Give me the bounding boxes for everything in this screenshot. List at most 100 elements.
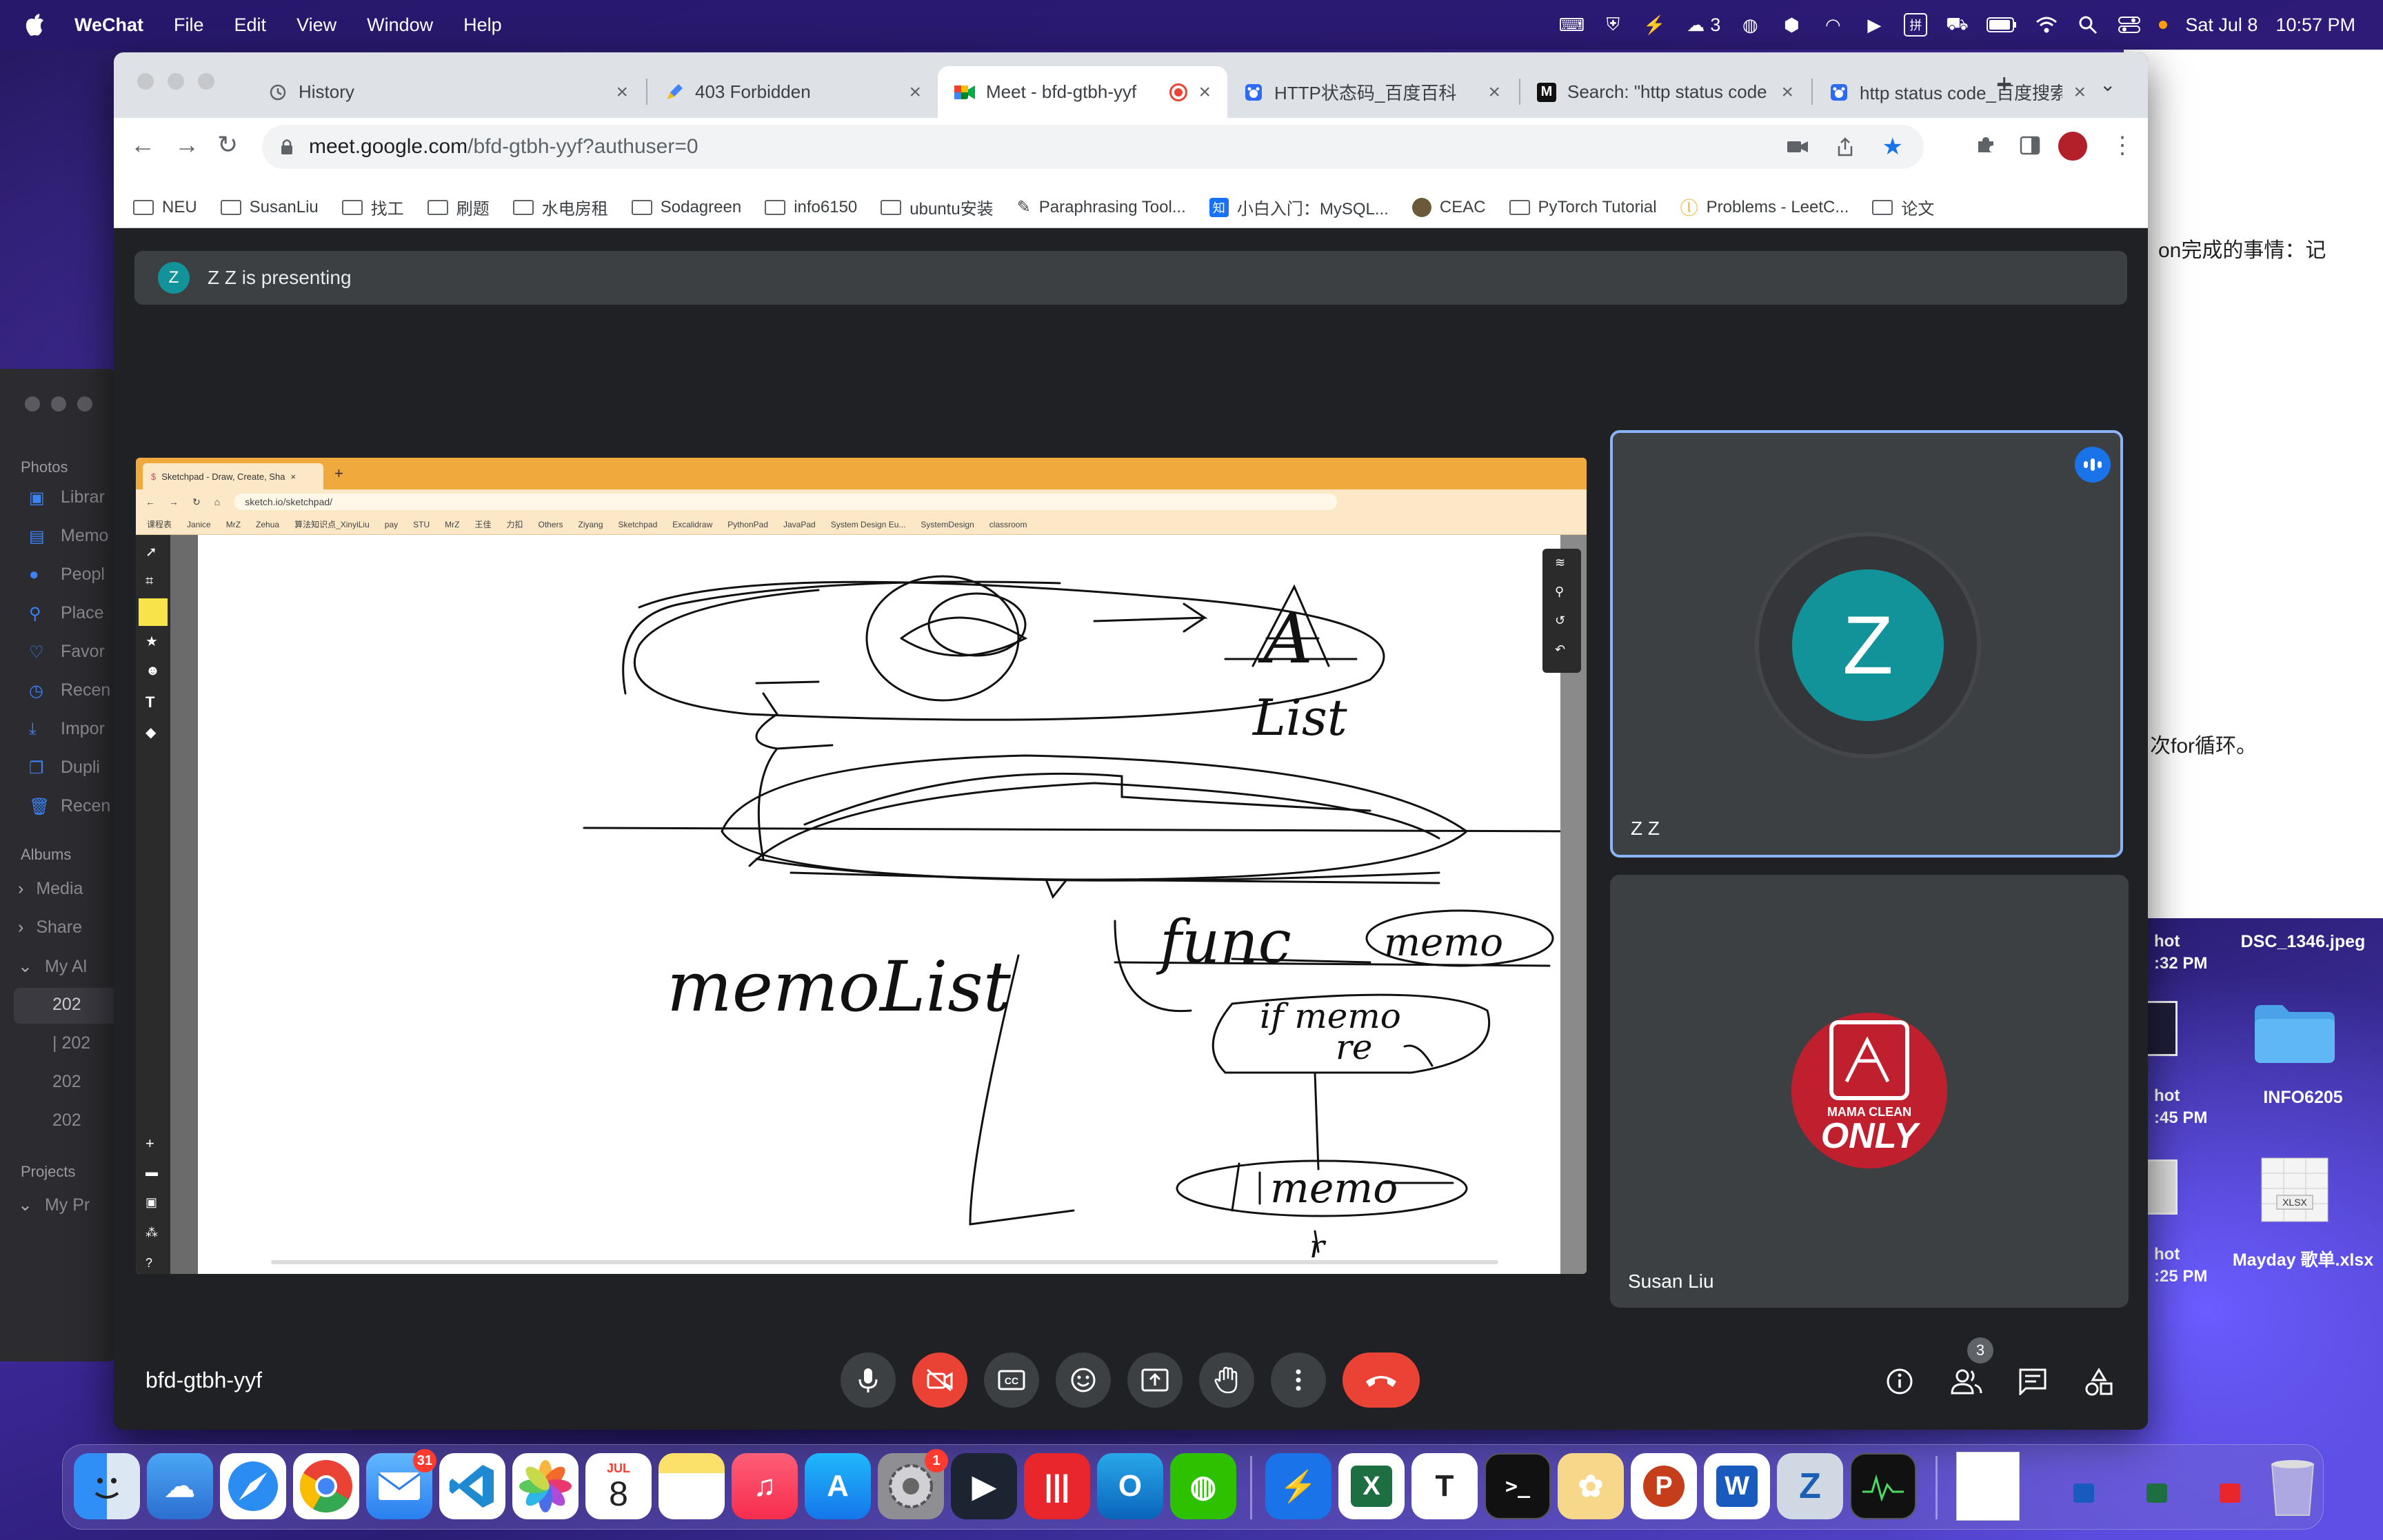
screenshot-file-icon[interactable] xyxy=(2144,1001,2178,1056)
wechat-icon[interactable]: ◍ xyxy=(1170,1453,1236,1519)
vscode-icon[interactable] xyxy=(439,1453,505,1519)
album-item[interactable]: ⌄ My Al xyxy=(18,956,87,977)
minimize-window-button[interactable] xyxy=(168,73,184,90)
notes-icon[interactable] xyxy=(658,1453,725,1519)
bookmark-folder[interactable]: 刷题 xyxy=(427,195,490,219)
sidebar-item[interactable]: ⚲ Place xyxy=(29,603,104,623)
extensions-icon[interactable] xyxy=(1975,134,1996,155)
sidebar-item[interactable]: ❐ Dupli xyxy=(29,758,100,778)
album-sub-item[interactable]: | 202 xyxy=(52,1033,90,1053)
headphones-icon[interactable]: ◠ xyxy=(1821,13,1844,37)
terminal-icon[interactable]: >_ xyxy=(1485,1453,1551,1519)
menu-app-name[interactable]: WeChat xyxy=(59,14,159,36)
photos-icon[interactable] xyxy=(512,1453,579,1519)
bookmark-folder[interactable]: 论文 xyxy=(1872,195,1934,219)
side-panel-icon[interactable] xyxy=(2020,136,2040,155)
menu-help[interactable]: Help xyxy=(448,14,517,36)
desktop-file-label[interactable]: DSC_1346.jpeg xyxy=(2227,932,2379,952)
lock-icon[interactable] xyxy=(280,138,294,156)
present-screen-button[interactable] xyxy=(1127,1352,1183,1408)
folder-icon[interactable] xyxy=(2252,1001,2337,1064)
microphone-button[interactable] xyxy=(841,1352,896,1408)
notification-status[interactable]: ☁ 3 xyxy=(1684,13,1720,37)
chat-button[interactable] xyxy=(2018,1368,2047,1395)
close-tab-icon[interactable]: × xyxy=(1781,81,1793,104)
screenshot-file-icon[interactable] xyxy=(2144,1159,2178,1215)
word-doc-icon[interactable] xyxy=(2073,1483,2094,1503)
input-method-icon[interactable]: 拼 xyxy=(1904,13,1928,37)
close-tab-icon[interactable]: × xyxy=(909,81,921,104)
back-button[interactable]: ← xyxy=(130,130,155,159)
participant-tile-zz[interactable]: Z Z Z xyxy=(1610,430,2123,858)
desktop-file-label[interactable]: Mayday 歌单.xlsx xyxy=(2220,1246,2383,1271)
close-tab-icon[interactable]: × xyxy=(1488,81,1500,104)
tab-http-baike[interactable]: HTTP状态码_百度百科 × xyxy=(1227,66,1517,118)
camera-permission-icon[interactable] xyxy=(1787,139,1808,154)
mail-icon[interactable]: 31 xyxy=(366,1449,436,1519)
document-thumbnail-icon[interactable] xyxy=(1956,1452,2020,1521)
photos-app-window[interactable]: Photos ▣ Librar ▤ Memo ● Peopl ⚲ Place ♡ Favo… xyxy=(0,369,117,1361)
menu-edit[interactable]: Edit xyxy=(219,14,282,36)
album-item[interactable]: › Media xyxy=(18,879,83,899)
menu-view[interactable]: View xyxy=(281,14,352,36)
pycharm-icon[interactable]: ▶ xyxy=(951,1453,1017,1519)
participant-tile-susan[interactable]: MAMA CLEAN ONLY Susan Liu xyxy=(1610,875,2129,1308)
bolt-icon[interactable]: ⚡ xyxy=(1642,13,1666,37)
battery-icon[interactable] xyxy=(1987,13,2017,37)
tab-403[interactable]: 403 Forbidden × xyxy=(648,66,938,118)
camera-off-button[interactable] xyxy=(912,1352,967,1408)
menu-file[interactable]: File xyxy=(159,14,219,36)
app-store-icon[interactable]: A xyxy=(805,1453,871,1519)
trash-icon[interactable] xyxy=(2266,1455,2319,1518)
bookmark-link[interactable]: CEAC xyxy=(1411,197,1486,217)
bookmark-link[interactable]: 知小白入门：MySQL... xyxy=(1209,195,1389,219)
close-window-button[interactable] xyxy=(137,73,154,90)
netease-music-icon[interactable]: ||| xyxy=(1024,1453,1090,1519)
close-tab-icon[interactable]: × xyxy=(1198,81,1211,104)
safari-icon[interactable] xyxy=(220,1453,286,1519)
wifi-icon[interactable] xyxy=(2035,13,2058,37)
share-icon[interactable] xyxy=(1837,137,1853,156)
bookmark-link[interactable]: ✎ Paraphrasing Tool... xyxy=(1017,197,1186,217)
outlook-icon[interactable]: O xyxy=(1097,1453,1163,1519)
captions-button[interactable]: CC xyxy=(984,1352,1039,1408)
leave-call-button[interactable] xyxy=(1343,1352,1420,1408)
project-item[interactable]: ⌄ My Pr xyxy=(18,1195,90,1215)
excel-icon[interactable]: X xyxy=(1338,1453,1405,1519)
apple-icon[interactable] xyxy=(0,14,59,36)
music-icon[interactable]: ♫ xyxy=(732,1453,798,1519)
sidebar-item[interactable]: ● Peopl xyxy=(29,565,105,585)
more-options-button[interactable] xyxy=(1271,1352,1326,1408)
typora-icon[interactable]: T xyxy=(1411,1453,1478,1519)
menubar-date[interactable]: Sat Jul 8 xyxy=(2185,14,2258,36)
address-bar[interactable]: meet.google.com/bfd-gtbh-yyf?authuser=0 … xyxy=(262,125,1924,169)
reactions-button[interactable] xyxy=(1056,1352,1111,1408)
weather-icon[interactable]: ☁ xyxy=(147,1453,213,1519)
bookmark-folder[interactable]: SusanLiu xyxy=(220,198,319,217)
album-sub-item[interactable]: 202 xyxy=(52,995,81,1015)
chrome-icon[interactable] xyxy=(293,1453,359,1519)
menu-window[interactable]: Window xyxy=(352,14,448,36)
cube-icon[interactable]: ⬢ xyxy=(1780,13,1803,37)
calendar-icon[interactable]: JUL 8 xyxy=(585,1453,652,1519)
desktop-file-label[interactable]: INFO6205 xyxy=(2227,1088,2379,1108)
sidebar-item[interactable]: 🗑 Recen xyxy=(29,796,110,816)
new-tab-button[interactable]: + xyxy=(1996,69,2012,100)
bookmark-folder[interactable]: PyTorch Tutorial xyxy=(1509,198,1657,217)
bookmark-folder[interactable]: ubuntu安装 xyxy=(881,195,994,219)
flower-app-icon[interactable]: ✿ xyxy=(1558,1453,1624,1519)
xlsx-file-icon[interactable]: XLSX xyxy=(2252,1157,2337,1223)
tab-search-chevron-icon[interactable]: ⌄ xyxy=(2100,73,2115,96)
forward-button[interactable]: → xyxy=(174,130,199,159)
sidebar-item[interactable]: ▣ Librar xyxy=(29,487,105,507)
shield-icon[interactable]: ⛨ xyxy=(1601,13,1625,37)
zoom-z-icon[interactable]: Z xyxy=(1777,1453,1843,1519)
lightning-app-icon[interactable]: ⚡ xyxy=(1265,1453,1331,1519)
bookmark-folder[interactable]: 水电房租 xyxy=(512,195,608,219)
background-document-window[interactable]: on完成的事情：记 次for循环。 xyxy=(2124,50,2383,918)
bookmark-folder[interactable]: Sodagreen xyxy=(631,198,741,217)
powerpoint-icon[interactable]: P xyxy=(1631,1453,1697,1519)
menubar-time[interactable]: 10:57 PM xyxy=(2275,14,2355,36)
sidebar-item[interactable]: ⤓ Impor xyxy=(29,719,105,739)
close-tab-icon[interactable]: × xyxy=(2073,81,2086,104)
